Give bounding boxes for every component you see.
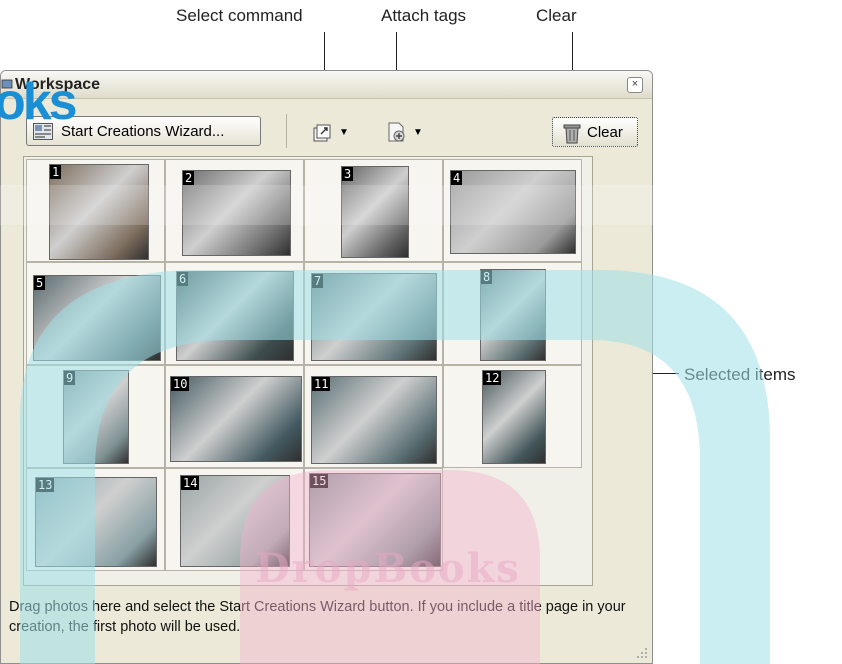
photo-number-badge: 15 — [310, 474, 329, 488]
close-button[interactable]: × — [627, 77, 643, 93]
photo-cell[interactable]: 3 — [304, 159, 443, 262]
photo-number-badge: 14 — [181, 476, 200, 490]
photo-thumbnail[interactable]: 4 — [450, 170, 576, 254]
photo-cell[interactable]: 7 — [304, 262, 443, 365]
photo-cell[interactable]: 6 — [165, 262, 304, 365]
photo-cell[interactable]: 9 — [26, 365, 165, 468]
photo-cell[interactable]: 5 — [26, 262, 165, 365]
photo-cell[interactable]: 4 — [443, 159, 582, 262]
photo-cell[interactable]: 12 — [443, 365, 582, 468]
photo-number-badge: 11 — [312, 377, 331, 391]
photo-thumbnail[interactable]: 6 — [176, 271, 294, 361]
photo-thumbnail[interactable]: 9 — [63, 370, 129, 464]
photo-cell[interactable]: 2 — [165, 159, 304, 262]
photo-number-badge: 9 — [64, 371, 76, 385]
photo-thumbnail[interactable]: 10 — [170, 376, 302, 462]
resize-grip-icon[interactable] — [636, 647, 648, 659]
photo-cell[interactable]: 8 — [443, 262, 582, 365]
photo-cell[interactable]: 10 — [165, 365, 304, 468]
toolbar-separator — [286, 114, 287, 148]
photo-number-badge: 7 — [312, 274, 324, 288]
select-command-button[interactable]: ▼ — [312, 121, 352, 143]
photo-number-badge: 1 — [50, 165, 62, 179]
wizard-button-label: Start Creations Wizard... — [61, 123, 225, 140]
photo-number-badge: 10 — [171, 377, 190, 391]
watermark-text: DropBooks — [255, 545, 521, 592]
attach-tags-callout: Attach tags — [381, 6, 467, 25]
attach-tags-button[interactable]: ▼ — [386, 121, 428, 143]
photo-cell[interactable]: 13 — [26, 468, 165, 571]
title-bar[interactable]: Workspace × — [1, 71, 652, 99]
clear-callout: Clear — [536, 6, 577, 25]
photo-thumbnail[interactable]: 1 — [49, 164, 149, 260]
attach-tags-dropdown-icon: ▼ — [413, 127, 423, 138]
photo-number-badge: 5 — [34, 276, 46, 290]
photo-thumbnail[interactable]: 7 — [311, 273, 437, 361]
photo-thumbnail[interactable]: 11 — [311, 376, 437, 464]
hint-text: Drag photos here and select the Start Cr… — [9, 599, 626, 635]
selected-items-callout: Selected items — [684, 365, 796, 384]
photo-thumbnail[interactable]: 13 — [35, 477, 157, 567]
select-command-icon — [313, 124, 331, 142]
logo-text: oks — [0, 73, 78, 131]
photo-grid: 1 2 3 4 5 6 7 8 9 10 11 12 13 14 15 — [23, 156, 593, 586]
photo-thumbnail[interactable]: 5 — [33, 275, 161, 361]
clear-button[interactable]: Clear — [552, 117, 638, 147]
clear-button-label: Clear — [587, 124, 623, 141]
photo-number-badge: 2 — [183, 171, 195, 185]
photo-thumbnail[interactable]: 3 — [341, 166, 409, 258]
photo-number-badge: 4 — [451, 171, 463, 185]
photo-cell[interactable]: 1 — [26, 159, 165, 262]
photo-cell[interactable]: 11 — [304, 365, 443, 468]
trash-icon — [563, 124, 581, 144]
photo-number-badge: 12 — [483, 371, 502, 385]
photo-number-badge: 8 — [481, 270, 493, 284]
select-command-callout: Select command — [176, 6, 303, 25]
photo-thumbnail[interactable]: 8 — [480, 269, 546, 361]
photo-thumbnail[interactable]: 12 — [482, 370, 546, 464]
photo-thumbnail[interactable]: 2 — [182, 170, 291, 256]
photo-number-badge: 6 — [177, 272, 189, 286]
photo-number-badge: 13 — [36, 478, 55, 492]
select-command-dropdown-icon: ▼ — [339, 127, 349, 138]
photo-number-badge: 3 — [342, 167, 354, 181]
attach-tags-icon — [388, 122, 405, 142]
